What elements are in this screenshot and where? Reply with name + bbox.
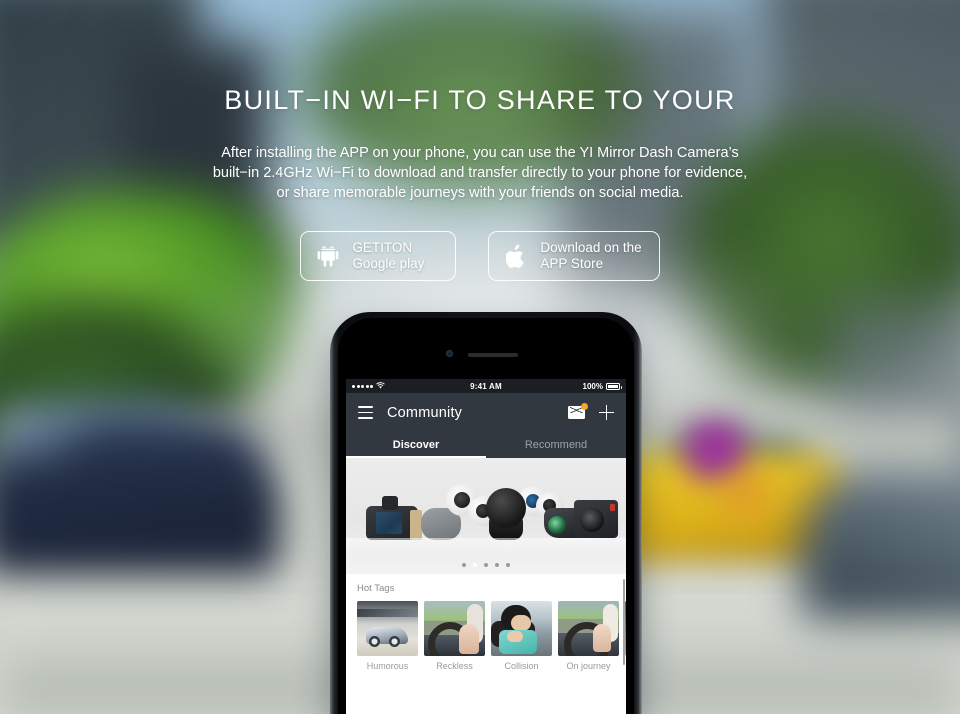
google-play-button-label: GETITON Google play (352, 240, 424, 272)
apple-icon (503, 242, 529, 270)
hot-tag-label: On journey (566, 661, 611, 671)
app-store-button[interactable]: Download on the APP Store (488, 231, 660, 281)
tab-recommend[interactable]: Recommend (486, 432, 626, 458)
product-green-lens (548, 516, 566, 534)
carousel-dot[interactable] (462, 563, 466, 567)
hero-paragraph-line: After installing the APP on your phone, … (221, 144, 739, 161)
google-play-line1: GETITON (352, 240, 413, 255)
front-camera-icon (446, 350, 453, 357)
hero-section: BUILT−IN WI−FI TO SHARE TO YOUR After in… (0, 85, 960, 203)
hot-tag-thumbnail[interactable] (491, 601, 552, 656)
carousel-dot[interactable] (495, 563, 499, 567)
page-title: BUILT−IN WI−FI TO SHARE TO YOUR (224, 85, 736, 115)
status-time: 9:41 AM (470, 381, 502, 391)
hot-tag-item[interactable]: Humorous (357, 601, 418, 671)
earpiece-speaker (468, 353, 518, 357)
hot-tags-section: Hot Tags Humorous Reckless Collision On … (346, 574, 626, 671)
hot-tag-item[interactable]: Collision (491, 601, 552, 671)
hero-paragraph-line: built−in 2.4GHz Wi−Fi to download and tr… (212, 164, 748, 181)
plus-icon[interactable] (599, 405, 614, 420)
product-mirrorless-lens (580, 508, 604, 532)
product-dashcam-screen (376, 512, 402, 534)
android-icon (315, 242, 341, 270)
app-store-button-label: Download on the APP Store (540, 240, 641, 272)
google-play-button[interactable]: GETITON Google play (300, 231, 457, 281)
hot-tag-item[interactable]: Reckless (424, 601, 485, 671)
carousel-dot[interactable] (484, 563, 488, 567)
bg-car-left (0, 455, 280, 575)
app-header: Community (346, 393, 626, 432)
screen-scrollbar[interactable] (622, 579, 625, 665)
bg-car-right (800, 470, 960, 620)
phone-screen: 9:41 AM 100% Community Discover Recommen… (346, 379, 626, 714)
hot-tag-thumbnail[interactable] (424, 601, 485, 656)
hot-tag-thumbnail[interactable] (558, 601, 619, 656)
hot-tag-item-partial[interactable] (625, 601, 626, 671)
hero-paragraph: After installing the APP on your phone, … (0, 143, 960, 203)
status-bar: 9:41 AM 100% (346, 379, 626, 393)
tab-discover[interactable]: Discover (346, 432, 486, 458)
hot-tag-item[interactable]: On journey (558, 601, 619, 671)
hamburger-icon[interactable] (358, 406, 373, 419)
battery-icon (606, 382, 622, 390)
tab-bar: Discover Recommend (346, 432, 626, 458)
bg-orange-spot (710, 460, 780, 530)
store-buttons: GETITON Google play Download on the APP … (0, 231, 960, 281)
product-black-camera-lens (486, 488, 526, 528)
phone-mockup: 9:41 AM 100% Community Discover Recommen… (330, 312, 642, 714)
hot-tag-label: Collision (504, 661, 539, 671)
carousel-dot-active[interactable] (473, 563, 477, 567)
mail-icon[interactable] (568, 403, 588, 419)
carousel-dot[interactable] (506, 563, 510, 567)
hot-tags-title: Hot Tags (357, 583, 395, 594)
hot-tag-label: Reckless (436, 661, 473, 671)
banner-carousel[interactable] (346, 458, 626, 574)
mail-badge (581, 403, 588, 410)
product-dashcam-mount (382, 496, 398, 510)
hot-tag-thumbnail[interactable] (357, 601, 418, 656)
banner-reflection (346, 538, 626, 558)
product-red-accent (610, 504, 615, 511)
hot-tag-thumbnail[interactable] (625, 601, 626, 656)
hero-paragraph-line: or share memorable journeys with your fr… (276, 184, 684, 201)
app-title: Community (387, 404, 463, 421)
hot-tags-row: Humorous Reckless Collision On journey (357, 601, 626, 671)
app-store-line2: APP Store (540, 256, 604, 271)
google-play-line2: Google play (352, 256, 425, 271)
app-store-line1: Download on the (540, 240, 642, 255)
carousel-dots (346, 563, 626, 567)
hot-tag-label: Humorous (366, 661, 409, 671)
app-header-actions (568, 403, 614, 420)
banner-image (346, 458, 626, 574)
